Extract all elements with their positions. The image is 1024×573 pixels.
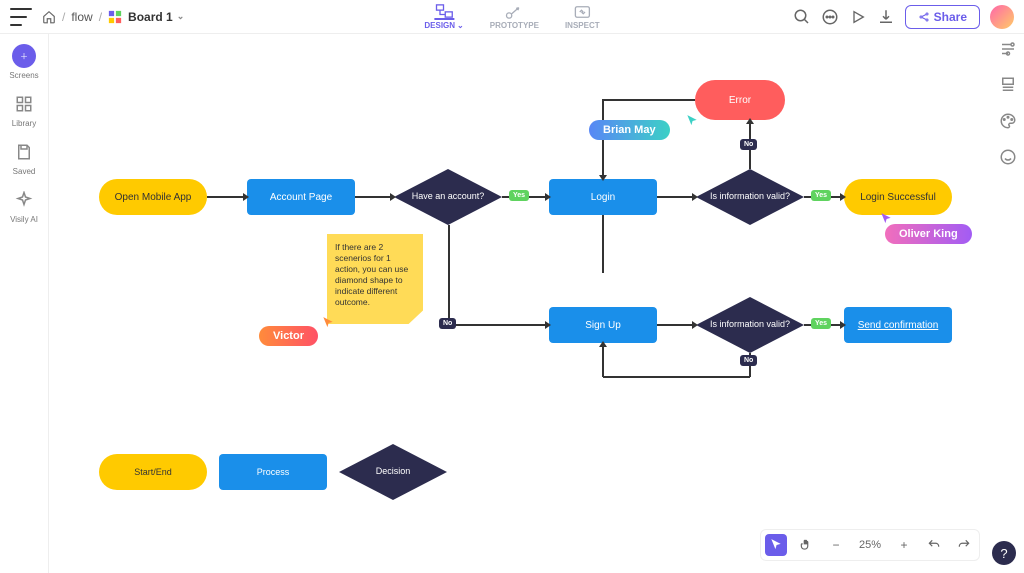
pointer-tool[interactable] xyxy=(765,534,787,556)
badge-yes: Yes xyxy=(509,190,529,201)
hand-tool[interactable] xyxy=(795,534,817,556)
badge-no: No xyxy=(740,139,757,150)
sidebar-visily-ai[interactable]: Visily AI xyxy=(10,188,38,224)
tab-prototype[interactable]: PROTOTYPE xyxy=(486,2,543,32)
badge-no: No xyxy=(740,355,757,366)
node-login-success[interactable]: Login Successful xyxy=(844,179,952,215)
sidebar-library[interactable]: Library xyxy=(12,92,36,128)
breadcrumb-flow[interactable]: flow xyxy=(71,10,92,24)
share-button[interactable]: Share xyxy=(905,5,980,29)
node-info-valid-1[interactable]: Is information valid? xyxy=(696,169,804,225)
sidebar-saved[interactable]: Saved xyxy=(12,140,36,176)
zoom-in[interactable]: + xyxy=(893,534,915,556)
comment-icon[interactable] xyxy=(821,8,839,26)
search-icon[interactable] xyxy=(793,8,811,26)
download-icon[interactable] xyxy=(877,8,895,26)
zoom-level[interactable]: 25% xyxy=(855,539,885,551)
canvas[interactable]: Open Mobile App Account Page Have an acc… xyxy=(49,34,1024,573)
board-icon xyxy=(108,10,122,24)
redo-button[interactable] xyxy=(953,534,975,556)
node-send-confirmation[interactable]: Send confirmation xyxy=(844,307,952,343)
legend-startend[interactable]: Start/End xyxy=(99,454,207,490)
tab-inspect[interactable]: INSPECT xyxy=(561,2,604,32)
tab-design[interactable]: DESIGN⌄ xyxy=(420,2,467,32)
help-button[interactable]: ? xyxy=(992,541,1016,565)
node-open-app[interactable]: Open Mobile App xyxy=(99,179,207,215)
cursor-oliver: Oliver King xyxy=(885,224,972,244)
badge-yes: Yes xyxy=(811,190,831,201)
badge-no: No xyxy=(439,318,456,329)
undo-button[interactable] xyxy=(923,534,945,556)
sticky-note[interactable]: If there are 2 scenerios for 1 action, y… xyxy=(327,234,423,324)
cursor-victor: Victor xyxy=(259,326,318,346)
board-name[interactable]: Board 1 ⌄ xyxy=(128,10,184,24)
play-icon[interactable] xyxy=(849,8,867,26)
zoom-out[interactable]: − xyxy=(825,534,847,556)
bottom-controls: − 25% + xyxy=(760,529,980,561)
avatar[interactable] xyxy=(990,5,1014,29)
chevron-down-icon: ⌄ xyxy=(457,21,464,30)
node-error[interactable]: Error xyxy=(695,80,785,120)
node-info-valid-2[interactable]: Is information valid? xyxy=(696,297,804,353)
cursor-brian: Brian May xyxy=(589,120,670,140)
legend-decision[interactable]: Decision xyxy=(339,444,447,500)
breadcrumb: / flow / Board 1 ⌄ xyxy=(42,10,184,24)
add-screen-button[interactable]: ＋ Screens xyxy=(9,44,38,80)
node-account-page[interactable]: Account Page xyxy=(247,179,355,215)
node-sign-up[interactable]: Sign Up xyxy=(549,307,657,343)
chevron-down-icon: ⌄ xyxy=(177,11,185,22)
home-icon[interactable] xyxy=(42,10,56,24)
legend-process[interactable]: Process xyxy=(219,454,327,490)
menu-icon[interactable] xyxy=(10,8,32,26)
badge-yes: Yes xyxy=(811,318,831,329)
node-login[interactable]: Login xyxy=(549,179,657,215)
node-have-account[interactable]: Have an account? xyxy=(394,169,502,225)
